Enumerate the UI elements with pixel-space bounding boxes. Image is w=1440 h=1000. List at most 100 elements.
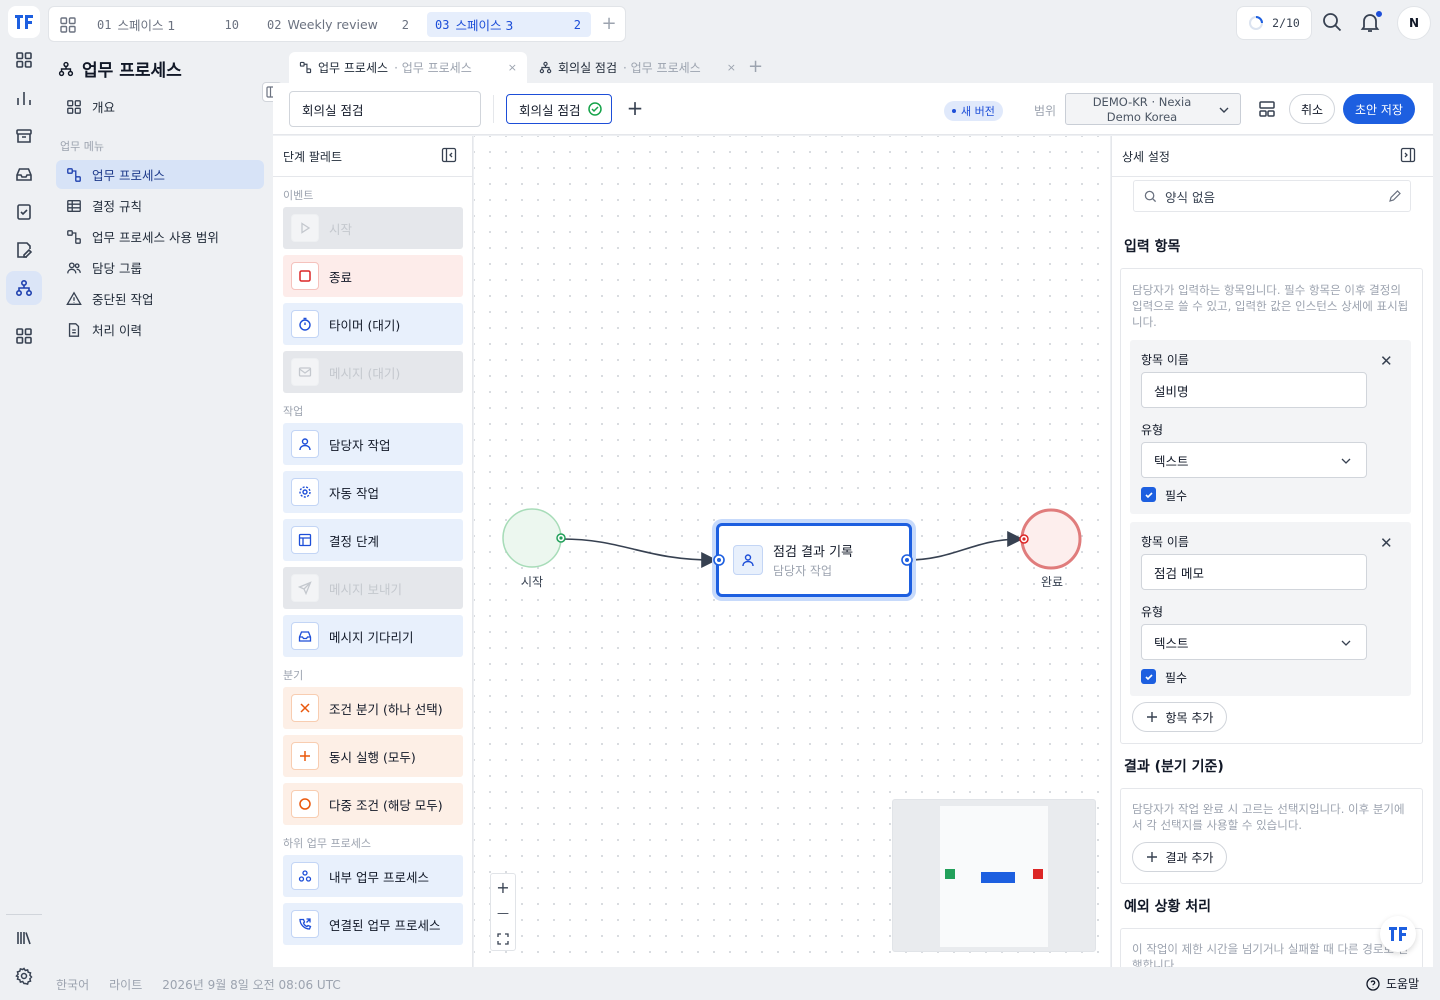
palette-item-internal-subprocess[interactable]: 내부 업무 프로세스 bbox=[283, 855, 463, 897]
assistant-button[interactable] bbox=[1380, 916, 1416, 952]
task-node-inspection[interactable]: 점검 결과 기록 담당자 작업 bbox=[716, 523, 912, 597]
scope-line-1: DEMO-KR · Nexia bbox=[1092, 95, 1192, 109]
palette-item-auto-task[interactable]: 자동 작업 bbox=[283, 471, 463, 513]
chevron-down-icon bbox=[1341, 640, 1351, 646]
pencil-icon[interactable] bbox=[1388, 189, 1402, 203]
end-event-node[interactable] bbox=[1018, 506, 1084, 572]
rail-inbox-button[interactable] bbox=[6, 157, 42, 191]
minimap[interactable] bbox=[892, 799, 1096, 952]
workspace-tab-count: 2 bbox=[401, 17, 409, 32]
theme-switch[interactable]: 라이트 bbox=[109, 976, 142, 993]
palette-item-parallel-gateway[interactable]: 동시 실행 (모두) bbox=[283, 735, 463, 777]
add-button[interactable]: + bbox=[625, 97, 645, 119]
process-name-input[interactable]: 회의실 점검 bbox=[289, 91, 481, 127]
scope-line-2: Demo Korea bbox=[1106, 110, 1178, 124]
toolbar-divider bbox=[493, 95, 494, 123]
warning-icon bbox=[66, 290, 82, 305]
rail-home-button[interactable] bbox=[6, 43, 42, 77]
rail-forms-button[interactable] bbox=[6, 233, 42, 267]
workspace-tab-1[interactable]: 01 스페이스 1 10 bbox=[89, 12, 249, 37]
scope-label: 범위 bbox=[1034, 104, 1057, 118]
remove-field-button[interactable]: ✕ bbox=[1380, 534, 1393, 552]
plus-icon bbox=[291, 742, 319, 770]
step-palette: 단계 팔레트 이벤트 시작 종료 타이머 (대기) 메시지 (대기) 작업 담당… bbox=[273, 136, 473, 967]
language-switch[interactable]: 한국어 bbox=[56, 976, 89, 993]
sidebar-item-overview[interactable]: 개요 bbox=[56, 92, 264, 121]
sidebar-item-process[interactable]: 업무 프로세스 bbox=[56, 160, 264, 189]
zoom-out-button[interactable]: — bbox=[491, 900, 515, 926]
task-input-handle[interactable] bbox=[712, 553, 726, 567]
remove-field-button[interactable]: ✕ bbox=[1380, 352, 1393, 370]
job-progress-pill[interactable]: 2/10 bbox=[1236, 6, 1312, 40]
panel-collapse-icon[interactable] bbox=[441, 147, 457, 163]
help-text: 도움말 bbox=[1386, 977, 1420, 991]
fit-view-button[interactable] bbox=[491, 926, 515, 952]
palette-item-label: 종료 bbox=[329, 269, 353, 285]
rail-process-button[interactable] bbox=[6, 271, 42, 305]
job-progress-text: 2/10 bbox=[1272, 16, 1300, 30]
datetime-text: 2026년 9월 8일 오전 08:06 UTC bbox=[162, 978, 341, 992]
app-logo[interactable] bbox=[8, 6, 40, 38]
field-type-value: 텍스트 bbox=[1154, 453, 1189, 469]
rail-archive-button[interactable] bbox=[6, 119, 42, 153]
editor-tab-meeting-room[interactable]: 회의실 점검 · 업무 프로세스 × bbox=[529, 52, 746, 83]
cluster-icon bbox=[291, 862, 319, 890]
editor-tab-process[interactable]: 업무 프로세스 · 업무 프로세스 × bbox=[289, 52, 527, 83]
sidebar-item-process-scope[interactable]: 업무 프로세스 사용 범위 bbox=[56, 222, 264, 251]
required-checkbox[interactable] bbox=[1141, 669, 1156, 684]
user-avatar[interactable]: N bbox=[1397, 6, 1431, 40]
layout-icon[interactable] bbox=[1257, 99, 1277, 119]
panel-collapse-icon[interactable] bbox=[1400, 147, 1416, 163]
plus-icon bbox=[1146, 712, 1157, 722]
palette-item-label: 동시 실행 (모두) bbox=[329, 749, 416, 765]
palette-item-wait-message[interactable]: 메시지 기다리기 bbox=[283, 615, 463, 657]
field-name-input[interactable]: 점검 메모 bbox=[1141, 554, 1367, 590]
palette-item-timer[interactable]: 타이머 (대기) bbox=[283, 303, 463, 345]
sidebar-item-decision-rules[interactable]: 결정 규칙 bbox=[56, 191, 264, 220]
rail-settings-button[interactable] bbox=[6, 959, 42, 993]
badge-dot bbox=[952, 109, 956, 113]
zoom-in-button[interactable]: + bbox=[491, 874, 515, 900]
rail-apps-button[interactable] bbox=[6, 319, 42, 353]
minimap-start bbox=[945, 869, 955, 879]
required-label: 필수 bbox=[1165, 671, 1188, 685]
sidebar-item-groups[interactable]: 담당 그룹 bbox=[56, 253, 264, 282]
search-icon[interactable] bbox=[1320, 10, 1344, 34]
add-workspace-button[interactable]: + bbox=[599, 15, 619, 35]
start-event-label: 시작 bbox=[521, 575, 544, 589]
palette-item-end[interactable]: 종료 bbox=[283, 255, 463, 297]
scope-select[interactable]: DEMO-KR · Nexia Demo Korea bbox=[1065, 93, 1241, 125]
workspace-tab-name: Weekly review bbox=[287, 17, 378, 32]
task-output-handle[interactable] bbox=[900, 553, 914, 567]
palette-item-user-task[interactable]: 담당자 작업 bbox=[283, 423, 463, 465]
rail-tasks-button[interactable] bbox=[6, 195, 42, 229]
rail-analytics-button[interactable] bbox=[6, 81, 42, 115]
field-type-select[interactable]: 텍스트 bbox=[1141, 442, 1367, 478]
cancel-button[interactable]: 취소 bbox=[1289, 94, 1335, 124]
add-result-button[interactable]: 결과 추가 bbox=[1132, 842, 1227, 872]
add-editor-tab-button[interactable]: + bbox=[748, 56, 763, 77]
start-event-node[interactable] bbox=[500, 506, 566, 572]
add-field-button[interactable]: 항목 추가 bbox=[1132, 702, 1227, 732]
sidebar-item-stopped[interactable]: 중단된 작업 bbox=[56, 284, 264, 313]
field-type-select[interactable]: 텍스트 bbox=[1141, 624, 1367, 660]
process-name-chip[interactable]: 회의실 점검 bbox=[506, 94, 612, 124]
palette-item-exclusive-gateway[interactable]: 조건 분기 (하나 선택) bbox=[283, 687, 463, 729]
sidebar-item-history[interactable]: 처리 이력 bbox=[56, 315, 264, 344]
palette-item-inclusive-gateway[interactable]: 다중 조건 (해당 모두) bbox=[283, 783, 463, 825]
palette-item-linked-subprocess[interactable]: 연결된 업무 프로세스 bbox=[283, 903, 463, 945]
close-icon[interactable]: × bbox=[508, 61, 517, 74]
workspace-tab-2[interactable]: 02 Weekly review 2 bbox=[259, 12, 419, 37]
close-icon[interactable]: × bbox=[727, 61, 736, 74]
workspace-tab-3[interactable]: 03 스페이스 3 2 bbox=[427, 12, 591, 37]
rail-library-button[interactable] bbox=[6, 921, 42, 955]
save-draft-button[interactable]: 초안 저장 bbox=[1343, 94, 1415, 124]
form-select-input[interactable]: 양식 없음 bbox=[1133, 180, 1411, 212]
help-link[interactable]: 도움말 bbox=[1366, 975, 1419, 992]
workspace-grid-icon[interactable] bbox=[59, 16, 77, 34]
required-checkbox[interactable] bbox=[1141, 487, 1156, 502]
new-version-text: 새 버전 bbox=[961, 105, 995, 118]
palette-item-decision[interactable]: 결정 단계 bbox=[283, 519, 463, 561]
field-name-input[interactable]: 설비명 bbox=[1141, 372, 1367, 408]
process-canvas[interactable]: 시작 점검 결과 기록 담당자 작업 완료 + — bbox=[474, 136, 1110, 967]
